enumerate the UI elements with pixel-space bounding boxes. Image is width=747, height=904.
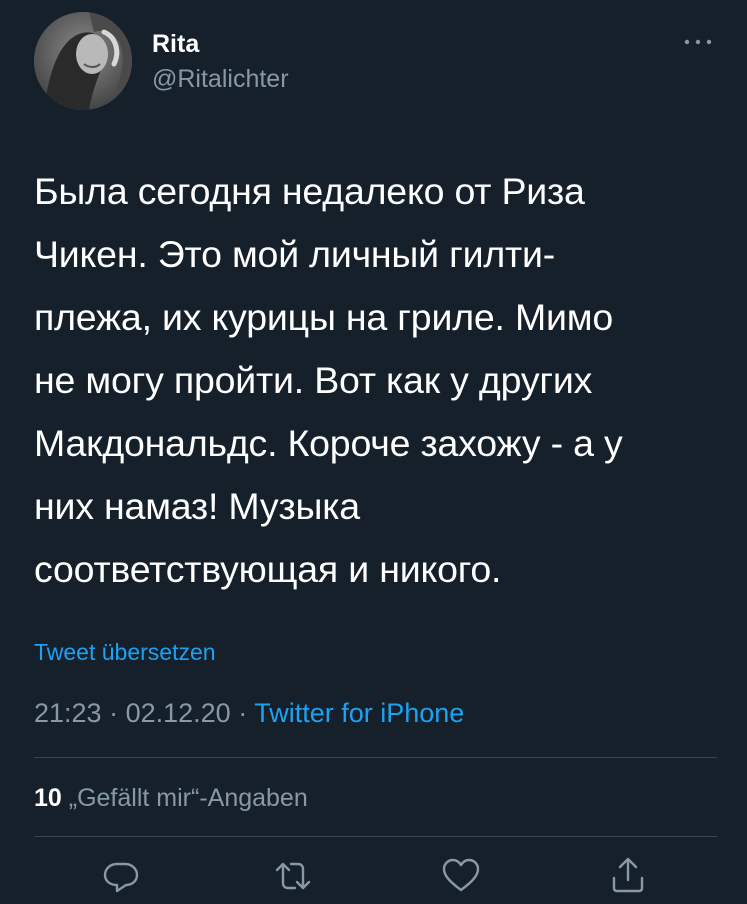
meta-separator: · — [230, 698, 255, 728]
retweet-button[interactable] — [273, 856, 313, 896]
tweet-meta: 21:23 · 02.12.20 · Twitter for iPhone — [34, 697, 464, 729]
reply-icon — [103, 862, 139, 893]
translate-tweet-link[interactable]: Tweet übersetzen — [34, 638, 216, 666]
share-button[interactable] — [608, 856, 648, 896]
display-name[interactable]: Rita — [152, 30, 199, 58]
tweet-text-line: них намаз! Музыка — [34, 485, 360, 527]
divider — [34, 836, 717, 837]
tweet-source-link[interactable]: Twitter for iPhone — [254, 698, 464, 728]
tweet-time[interactable]: 21:23 — [34, 698, 102, 728]
more-icon — [684, 39, 712, 45]
tweet-date[interactable]: 02.12.20 — [126, 698, 231, 728]
more-options-button[interactable] — [678, 30, 718, 54]
likes-count-link[interactable]: 10 „Gefällt mir“-Angaben — [34, 783, 308, 813]
like-button[interactable] — [441, 856, 481, 896]
tweet-text-line: Макдональдс. Короче захожу - а у — [34, 422, 623, 464]
avatar[interactable] — [34, 12, 132, 110]
tweet-text-line: не могу пройти. Вот как у других — [34, 359, 593, 401]
tweet-text-line: плежа, их курицы на гриле. Мимо — [34, 296, 613, 338]
tweet-text-line: соответствующая и никого. — [34, 548, 502, 590]
like-icon — [442, 858, 480, 892]
avatar-photo — [34, 12, 132, 110]
tweet-text-line: Была сегодня недалеко от Риза — [34, 170, 585, 212]
likes-label: „Gefällt mir“-Angaben — [61, 784, 308, 812]
tweet-actions-bar — [0, 852, 747, 904]
share-icon — [612, 857, 644, 893]
retweet-icon — [275, 862, 311, 890]
likes-count: 10 — [34, 784, 62, 812]
reply-button[interactable] — [101, 856, 141, 896]
divider — [34, 757, 717, 758]
tweet-text-line: Чикен. Это мой личный гилти- — [34, 233, 556, 275]
meta-separator: · — [101, 698, 126, 728]
user-handle[interactable]: @Ritalichter — [152, 65, 289, 93]
tweet-text: Была сегодня недалеко от Риза Чикен. Это… — [34, 160, 724, 601]
